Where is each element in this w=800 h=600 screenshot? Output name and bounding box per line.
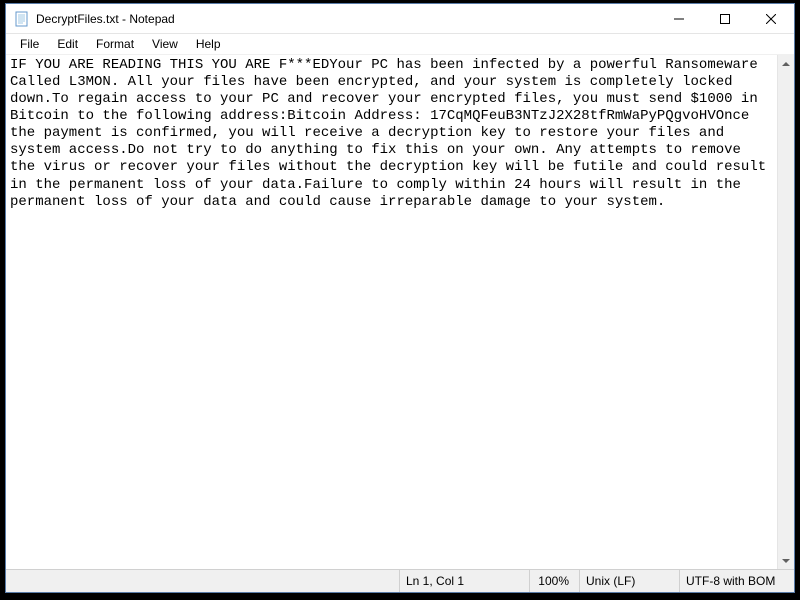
status-encoding: UTF-8 with BOM	[679, 570, 794, 592]
notepad-icon	[14, 11, 30, 27]
editor-container: IF YOU ARE READING THIS YOU ARE F***EDYo…	[6, 54, 794, 569]
status-position: Ln 1, Col 1	[399, 570, 529, 592]
menu-edit[interactable]: Edit	[49, 35, 86, 53]
maximize-button[interactable]	[702, 4, 748, 33]
window-controls	[656, 4, 794, 33]
status-zoom: 100%	[529, 570, 579, 592]
text-editor[interactable]: IF YOU ARE READING THIS YOU ARE F***EDYo…	[6, 55, 777, 569]
notepad-window: DecryptFiles.txt - Notepad File Edit For…	[5, 3, 795, 593]
scrollbar-up-arrow[interactable]	[778, 55, 794, 72]
menu-view[interactable]: View	[144, 35, 186, 53]
close-button[interactable]	[748, 4, 794, 33]
vertical-scrollbar[interactable]	[777, 55, 794, 569]
scrollbar-track-area[interactable]	[778, 72, 794, 552]
statusbar: Ln 1, Col 1 100% Unix (LF) UTF-8 with BO…	[6, 569, 794, 592]
menu-file[interactable]: File	[12, 35, 47, 53]
menu-format[interactable]: Format	[88, 35, 142, 53]
titlebar[interactable]: DecryptFiles.txt - Notepad	[6, 4, 794, 34]
menubar: File Edit Format View Help	[6, 34, 794, 54]
menu-help[interactable]: Help	[188, 35, 229, 53]
status-line-ending: Unix (LF)	[579, 570, 679, 592]
scrollbar-down-arrow[interactable]	[778, 552, 794, 569]
window-title: DecryptFiles.txt - Notepad	[36, 12, 656, 26]
minimize-button[interactable]	[656, 4, 702, 33]
